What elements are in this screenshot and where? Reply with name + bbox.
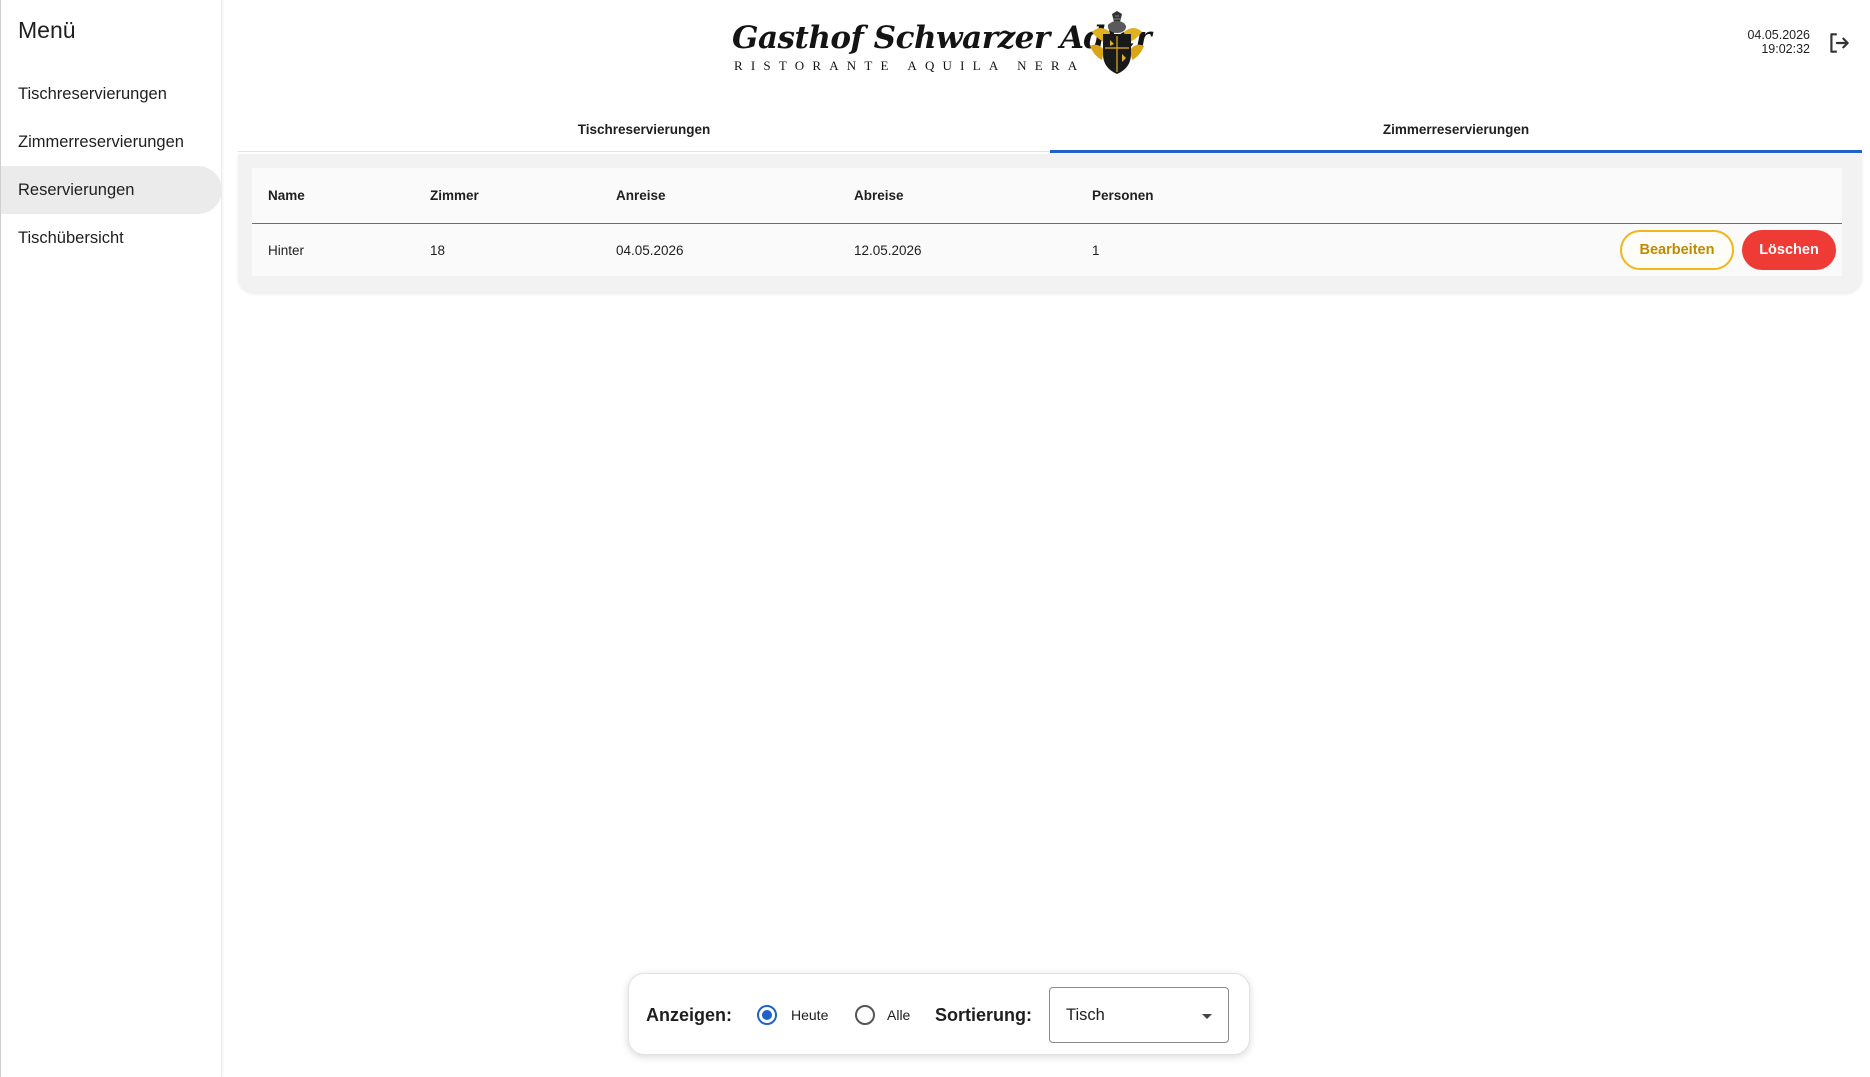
column-header-anreise: Anreise [616,188,666,203]
delete-button[interactable]: Löschen [1742,230,1836,270]
cell-name: Hinter [268,242,305,258]
crest-icon [1090,11,1144,74]
table-header-row: Name Zimmer Anreise Abreise Personen [252,168,1842,224]
datetime-display: 04.05.2026 19:02:32 [1747,28,1810,56]
radio-heute-label[interactable]: Heute [791,1007,828,1023]
table-row: Hinter 18 04.05.2026 12.05.2026 1 Bearbe… [252,224,1842,276]
sidebar-item-tischuebersicht[interactable]: Tischübersicht [1,214,222,262]
cell-anreise: 04.05.2026 [616,242,684,258]
app-root: Menü Tischreservierungen Zimmerreservier… [0,0,1870,1077]
sidebar-title: Menü [18,17,76,43]
cell-abreise: 12.05.2026 [854,242,922,258]
show-label: Anzeigen: [646,1005,733,1025]
sort-label: Sortierung: [935,1005,1032,1025]
tab-zimmerreservierungen[interactable]: Zimmerreservierungen [1050,108,1862,153]
tab-tischreservierungen[interactable]: Tischreservierungen [238,108,1050,151]
cell-zimmer: 18 [430,242,446,258]
column-header-abreise: Abreise [854,188,904,203]
column-header-personen: Personen [1092,188,1154,203]
sidebar: Menü Tischreservierungen Zimmerreservier… [0,0,222,1077]
sort-select-value: Tisch [1066,1006,1105,1024]
logout-icon[interactable] [1826,30,1852,56]
radio-alle-label[interactable]: Alle [887,1007,910,1023]
reservation-tabs: Tischreservierungen Zimmerreservierungen [238,108,1862,153]
reservations-card: Name Zimmer Anreise Abreise Personen Hin… [238,154,1862,292]
filter-bar: Anzeigen: Heute Alle Sortierung: Tisch [628,973,1250,1055]
sort-select[interactable]: Tisch [1049,987,1229,1043]
edit-button[interactable]: Bearbeiten [1620,230,1734,270]
reservations-table: Name Zimmer Anreise Abreise Personen Hin… [252,168,1842,276]
radio-alle[interactable] [855,1005,875,1025]
cell-personen: 1 [1092,242,1100,258]
radio-heute[interactable] [757,1005,777,1025]
logo-subtitle: RISTORANTE AQUILA NERA [734,58,1086,73]
sidebar-item-tischreservierungen[interactable]: Tischreservierungen [1,70,222,118]
column-header-name: Name [268,188,305,203]
sidebar-item-zimmerreservierungen[interactable]: Zimmerreservierungen [1,118,222,166]
sidebar-nav: Tischreservierungen Zimmerreservierungen… [1,70,223,262]
sidebar-item-reservierungen[interactable]: Reservierungen [1,166,222,214]
current-date: 04.05.2026 [1747,28,1810,42]
brand-logo: Gasthof Schwarzer Adler RISTORANTE AQUIL… [732,10,1152,76]
current-time: 19:02:32 [1761,42,1810,56]
column-header-zimmer: Zimmer [430,188,479,203]
chevron-down-icon [1202,1014,1212,1019]
